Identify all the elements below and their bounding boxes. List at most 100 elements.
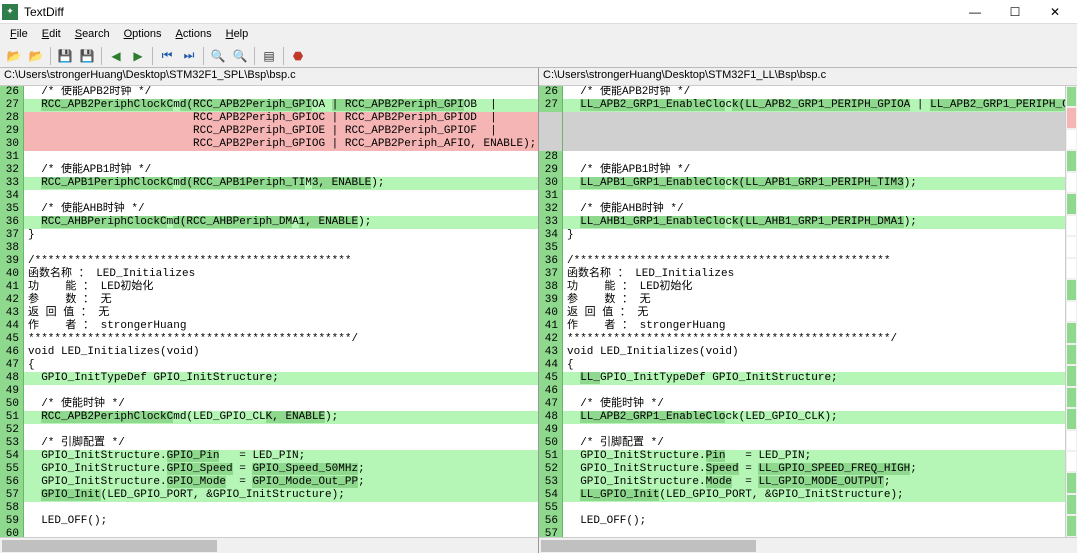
code-line[interactable]: 31 [539,190,1065,203]
code-line[interactable]: 42**************************************… [539,333,1065,346]
minimap-segment[interactable] [1067,345,1076,364]
code-line[interactable]: 48 GPIO_InitTypeDef GPIO_InitStructure; [0,372,538,385]
code-line[interactable]: 54 GPIO_InitStructure.GPIO_Pin = LED_PIN… [0,450,538,463]
code-line[interactable]: 26 /* 使能APB2时钟 */ [0,86,538,99]
code-line[interactable]: 37} [0,229,538,242]
code-line[interactable]: 35 [539,242,1065,255]
save-right-icon[interactable]: 💾 [77,46,97,66]
code-line[interactable]: 57 GPIO_Init(LED_GPIO_PORT, &GPIO_InitSt… [0,489,538,502]
code-line[interactable]: 53 GPIO_InitStructure.Mode = LL_GPIO_MOD… [539,476,1065,489]
code-line[interactable]: 56 GPIO_InitStructure.GPIO_Mode = GPIO_M… [0,476,538,489]
code-line[interactable]: 31 [0,151,538,164]
code-line[interactable]: 46 [539,385,1065,398]
left-scrollbar[interactable] [0,537,538,553]
code-line[interactable]: 39参 数 ： 无 [539,294,1065,307]
minimap-segment[interactable] [1067,216,1076,235]
code-line[interactable]: 50 /* 引脚配置 */ [539,437,1065,450]
code-line[interactable]: 32 /* 使能APB1时钟 */ [0,164,538,177]
menu-search[interactable]: Search [69,26,116,42]
minimap-segment[interactable] [1067,108,1076,127]
minimap-segment[interactable] [1067,280,1076,299]
left-code-area[interactable]: 26 /* 使能APB2时钟 */27 RCC_APB2PeriphClockC… [0,86,538,537]
first-diff-icon[interactable]: ⏮ [157,46,177,66]
minimap-segment[interactable] [1067,473,1076,492]
minimap-segment[interactable] [1067,409,1076,428]
code-line[interactable]: 59 LED_OFF(); [0,515,538,528]
code-line[interactable]: 51 GPIO_InitStructure.Pin = LED_PIN; [539,450,1065,463]
code-line[interactable]: 26 /* 使能APB2时钟 */ [539,86,1065,99]
code-line[interactable]: 40函数名称 ： LED_Initializes [0,268,538,281]
minimap-segment[interactable] [1067,516,1076,535]
minimap-segment[interactable] [1067,173,1076,192]
code-line[interactable]: 51 RCC_APB2PeriphClockCmd(LED_GPIO_CLK, … [0,411,538,424]
code-line[interactable]: 33 LL_AHB1_GRP1_EnableClock(LL_AHB1_GRP1… [539,216,1065,229]
code-line[interactable]: 33 RCC_APB1PeriphClockCmd(RCC_APB1Periph… [0,177,538,190]
code-line[interactable]: 34 [0,190,538,203]
code-line[interactable]: 49 [539,424,1065,437]
maximize-button[interactable]: ☐ [995,1,1035,23]
code-line[interactable]: 57 [539,528,1065,537]
minimize-button[interactable]: — [955,1,995,23]
report-icon[interactable]: ▤ [259,46,279,66]
code-line[interactable]: 29 RCC_APB2Periph_GPIOE | RCC_APB2Periph… [0,125,538,138]
code-line[interactable]: 39/*************************************… [0,255,538,268]
code-line[interactable]: 47{ [0,359,538,372]
code-line[interactable]: 44作 者 ： strongerHuang [0,320,538,333]
minimap-segment[interactable] [1067,302,1076,321]
save-left-icon[interactable]: 💾 [55,46,75,66]
code-line[interactable]: 45 LL_GPIO_InitTypeDef GPIO_InitStructur… [539,372,1065,385]
minimap[interactable] [1065,86,1077,537]
menu-options[interactable]: Options [118,26,168,42]
close-button[interactable]: ✕ [1035,1,1075,23]
code-line[interactable]: 41作 者 ： strongerHuang [539,320,1065,333]
code-line[interactable]: 53 /* 引脚配置 */ [0,437,538,450]
code-line[interactable]: 54 LL_GPIO_Init(LED_GPIO_PORT, &GPIO_Ini… [539,489,1065,502]
code-line[interactable]: 46void LED_Initializes(void) [0,346,538,359]
code-line[interactable]: 44{ [539,359,1065,372]
code-line[interactable]: 58 [0,502,538,515]
code-line[interactable]: 32 /* 使能AHB时钟 */ [539,203,1065,216]
code-line[interactable]: 52 GPIO_InitStructure.Speed = LL_GPIO_SP… [539,463,1065,476]
replace-icon[interactable]: 🔍 [230,46,250,66]
code-line[interactable]: 50 /* 使能时钟 */ [0,398,538,411]
code-line[interactable]: 28 RCC_APB2Periph_GPIOC | RCC_APB2Periph… [0,112,538,125]
minimap-segment[interactable] [1067,388,1076,407]
code-line[interactable]: 41功 能 ： LED初始化 [0,281,538,294]
code-line[interactable]: 38 [0,242,538,255]
code-line[interactable]: 47 /* 使能时钟 */ [539,398,1065,411]
code-line[interactable]: 45**************************************… [0,333,538,346]
right-scrollbar[interactable] [539,537,1077,553]
code-line[interactable]: 27 LL_APB2_GRP1_EnableClock(LL_APB2_GRP1… [539,99,1065,112]
code-line[interactable]: 34} [539,229,1065,242]
minimap-segment[interactable] [1067,87,1076,106]
minimap-segment[interactable] [1067,259,1076,278]
prev-diff-icon[interactable]: ◀ [106,46,126,66]
open-left-icon[interactable]: 📂 [4,46,24,66]
code-line[interactable]: 30 LL_APB1_GRP1_EnableClock(LL_APB1_GRP1… [539,177,1065,190]
code-line[interactable]: 35 /* 使能AHB时钟 */ [0,203,538,216]
code-line[interactable]: 56 LED_OFF(); [539,515,1065,528]
code-line[interactable]: 55 GPIO_InitStructure.GPIO_Speed = GPIO_… [0,463,538,476]
minimap-segment[interactable] [1067,237,1076,256]
code-line[interactable]: 49 [0,385,538,398]
right-code-area[interactable]: 26 /* 使能APB2时钟 */27 LL_APB2_GRP1_EnableC… [539,86,1065,537]
code-line[interactable] [539,138,1065,151]
minimap-segment[interactable] [1067,151,1076,170]
minimap-segment[interactable] [1067,366,1076,385]
menu-file[interactable]: File [4,26,34,42]
code-line[interactable]: 27 RCC_APB2PeriphClockCmd(RCC_APB2Periph… [0,99,538,112]
menu-actions[interactable]: Actions [170,26,218,42]
code-line[interactable]: 40返 回 值 ： 无 [539,307,1065,320]
code-line[interactable] [539,125,1065,138]
minimap-segment[interactable] [1067,323,1076,342]
code-line[interactable]: 52 [0,424,538,437]
code-line[interactable]: 38功 能 ： LED初始化 [539,281,1065,294]
code-line[interactable]: 55 [539,502,1065,515]
minimap-segment[interactable] [1067,495,1076,514]
code-line[interactable]: 60 [0,528,538,537]
code-line[interactable]: 48 LL_APB2_GRP1_EnableClock(LED_GPIO_CLK… [539,411,1065,424]
minimap-segment[interactable] [1067,194,1076,213]
code-line[interactable]: 28 [539,151,1065,164]
code-line[interactable]: 29 /* 使能APB1时钟 */ [539,164,1065,177]
code-line[interactable]: 43返 回 值 ： 无 [0,307,538,320]
